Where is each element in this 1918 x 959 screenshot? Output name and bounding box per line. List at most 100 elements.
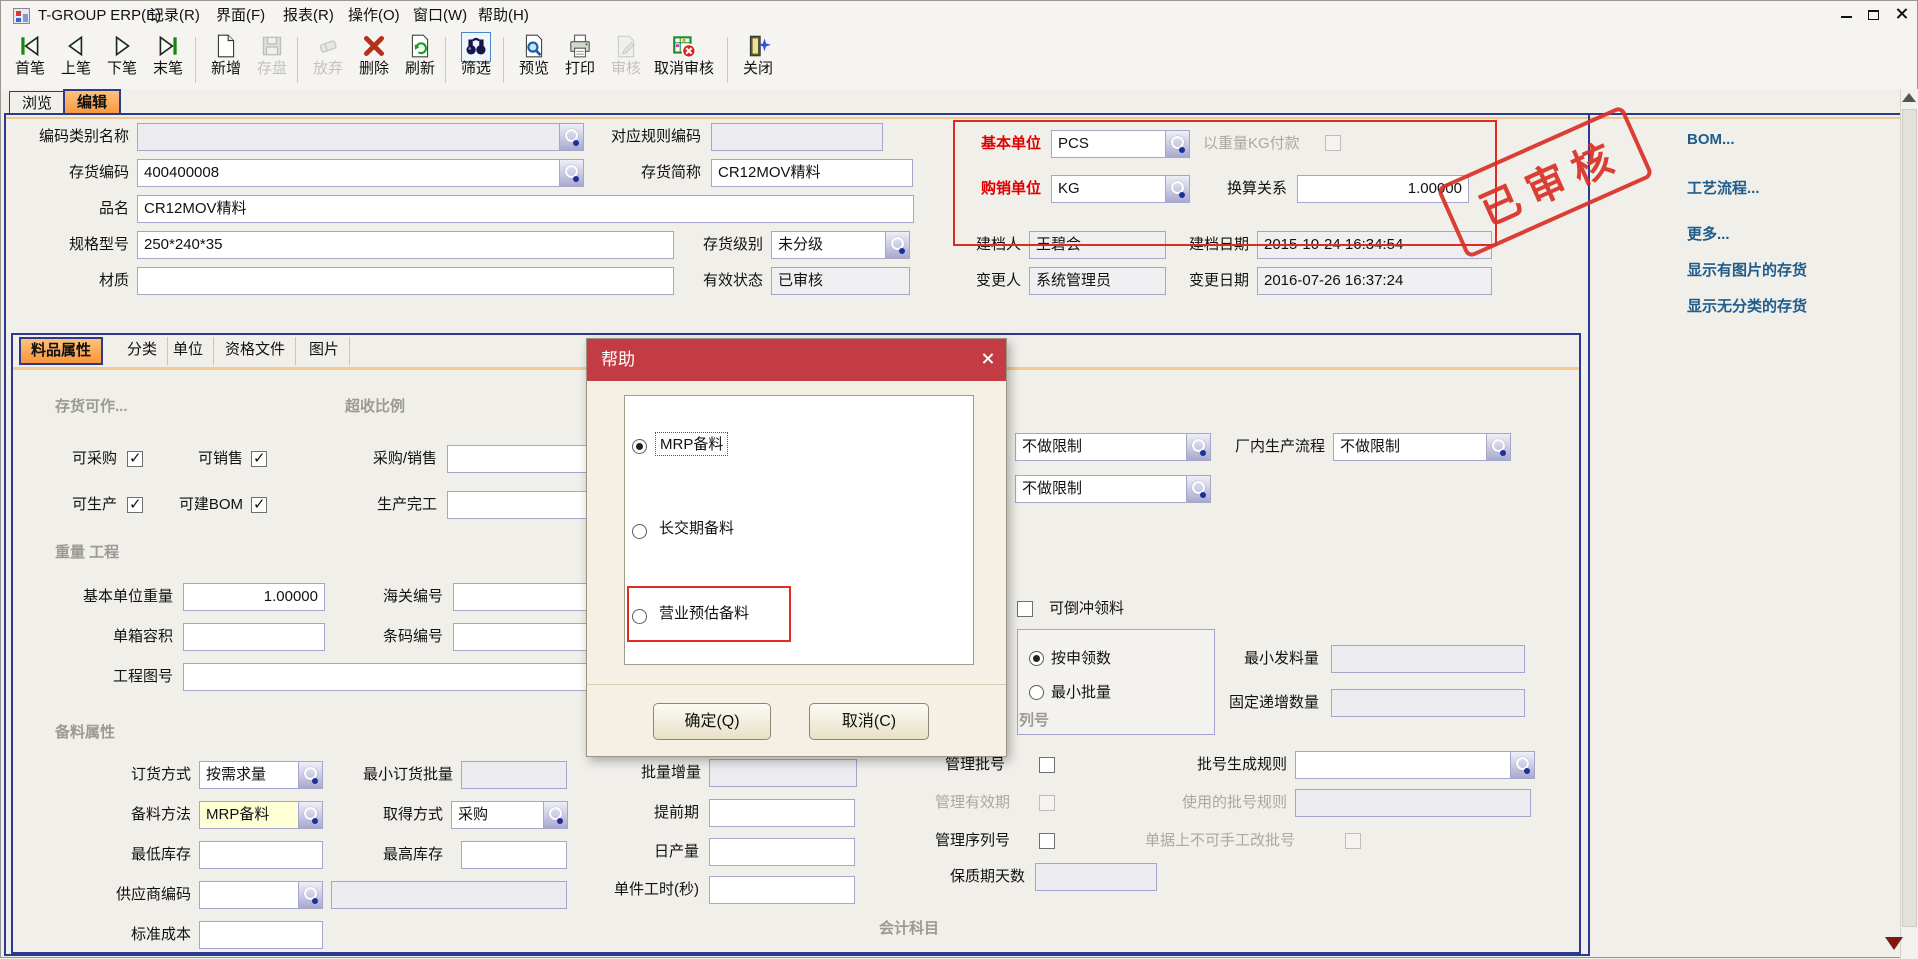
toolbar-cancel-audit-button[interactable]: 取消审核 [649, 33, 719, 87]
lookup-icon[interactable] [298, 882, 322, 908]
material-field[interactable] [137, 267, 674, 295]
lookup-icon[interactable] [1510, 752, 1534, 778]
batch-rule-field[interactable] [1295, 751, 1535, 779]
daily-output-field[interactable] [709, 838, 855, 866]
close-icon[interactable] [1890, 7, 1912, 25]
base-weight-field[interactable]: 1.00000 [183, 583, 325, 611]
menu-item-report[interactable]: 报表(R) [283, 6, 334, 26]
menu-item-help[interactable]: 帮助(H) [478, 6, 529, 26]
trade-unit-field[interactable]: KG [1051, 175, 1190, 203]
toolbar-next-button[interactable]: 下笔 [99, 33, 145, 87]
issue-by-min-batch-radio[interactable] [1029, 685, 1044, 700]
option-sales-forecast-label[interactable]: 营业预估备料 [655, 602, 753, 626]
toolbar-new-button[interactable]: 新增 [203, 33, 249, 87]
link-bom[interactable]: BOM... [1687, 131, 1735, 148]
dialog-cancel-button[interactable]: 取消(C) [809, 703, 929, 740]
lookup-icon[interactable] [1165, 131, 1189, 157]
lookup-icon[interactable] [1186, 476, 1210, 502]
tab-edit[interactable]: 编辑 [63, 89, 121, 115]
lead-time-field[interactable] [709, 799, 855, 827]
link-show-unclassified[interactable]: 显示无分类的存货 [1687, 295, 1807, 316]
box-volume-field[interactable] [183, 623, 325, 651]
scrollbar-thumb[interactable] [1902, 109, 1917, 927]
restore-icon[interactable] [1862, 7, 1884, 25]
status-label: 有效状态 [681, 267, 763, 295]
menu-item-ui[interactable]: 界面(F) [216, 6, 265, 26]
manage-batch-checkbox[interactable] [1039, 757, 1055, 773]
lookup-icon[interactable] [885, 232, 909, 258]
unit-work-field[interactable] [709, 876, 855, 904]
item-level-field[interactable]: 未分级 [771, 231, 910, 259]
item-name-field[interactable]: CR12MOV精料 [137, 195, 914, 223]
scroll-down-icon[interactable] [1885, 937, 1903, 950]
order-mode-field[interactable]: 按需求量 [199, 761, 323, 789]
lookup-icon[interactable] [559, 124, 583, 150]
lookup-icon[interactable] [543, 802, 567, 828]
create-date-label: 建档日期 [1167, 231, 1249, 259]
option-long-lead-radio[interactable] [632, 524, 647, 539]
toolbar-separator [445, 37, 446, 83]
factory-flow-field[interactable]: 不做限制 [1333, 433, 1511, 461]
process-restrict-2-field[interactable]: 不做限制 [1015, 475, 1211, 503]
backflush-checkbox[interactable] [1017, 601, 1033, 617]
subtab-qualification[interactable]: 资格文件 [215, 337, 296, 365]
manage-serial-checkbox[interactable] [1039, 833, 1055, 849]
link-process-flow[interactable]: 工艺流程... [1687, 177, 1760, 198]
can-purchase-checkbox[interactable] [127, 451, 143, 467]
menu-item-action[interactable]: 操作(O) [348, 6, 400, 26]
lookup-icon[interactable] [559, 160, 583, 186]
can-purchase-label: 可采购 [51, 445, 117, 473]
toolbar-print-button[interactable]: 打印 [557, 33, 603, 87]
subtab-unit[interactable]: 单位 [163, 337, 214, 365]
base-unit-label: 基本单位 [967, 130, 1041, 158]
subtab-item-props[interactable]: 料品属性 [19, 337, 103, 365]
lookup-icon[interactable] [298, 762, 322, 788]
toolbar-first-button[interactable]: 首笔 [7, 33, 53, 87]
item-short-name-field[interactable]: CR12MOV精料 [711, 159, 913, 187]
lookup-icon[interactable] [298, 802, 322, 828]
can-bom-checkbox[interactable] [251, 497, 267, 513]
can-sell-checkbox[interactable] [251, 451, 267, 467]
option-mrp-radio[interactable] [632, 439, 647, 454]
link-show-with-image[interactable]: 显示有图片的存货 [1687, 259, 1807, 280]
dialog-close-icon[interactable] [981, 352, 994, 369]
link-more[interactable]: 更多... [1687, 223, 1730, 244]
std-cost-field[interactable] [199, 921, 323, 949]
menu-item-app[interactable]: T-GROUP ERP(E) [38, 6, 161, 26]
look up-icon[interactable] [1165, 176, 1189, 202]
tab-browse[interactable]: 浏览 [9, 91, 65, 115]
toolbar-prev-button[interactable]: 上笔 [53, 33, 99, 87]
menu-item-window[interactable]: 窗口(W) [413, 6, 467, 26]
dialog-title-bar[interactable]: 帮助 [587, 339, 1006, 381]
toolbar-preview-button[interactable]: 预览 [511, 33, 557, 87]
prep-method-field[interactable]: MRP备料 [199, 801, 323, 829]
menu-item-record[interactable]: 记录(R) [149, 6, 200, 26]
option-long-lead-label[interactable]: 长交期备料 [655, 517, 738, 541]
toolbar-close-button[interactable]: 关闭 [735, 33, 781, 87]
option-mrp-label[interactable]: MRP备料 [655, 432, 728, 456]
min-stock-field[interactable] [199, 841, 323, 869]
base-unit-field[interactable]: PCS [1051, 130, 1190, 158]
item-code-field[interactable]: 400400008 [137, 159, 584, 187]
toolbar-delete-button[interactable]: 删除 [351, 33, 397, 87]
lookup-icon[interactable] [1186, 434, 1210, 460]
acquire-mode-field[interactable]: 采购 [451, 801, 568, 829]
subtab-image[interactable]: 图片 [299, 337, 350, 365]
supplier-code-field[interactable] [199, 881, 323, 909]
creator-label: 建档人 [947, 231, 1021, 259]
minimize-icon[interactable] [1835, 7, 1857, 25]
max-stock-field[interactable] [461, 841, 567, 869]
can-produce-checkbox[interactable] [127, 497, 143, 513]
option-sales-forecast-radio[interactable] [632, 609, 647, 624]
dialog-ok-button[interactable]: 确定(Q) [653, 703, 771, 740]
subtab-category[interactable]: 分类 [117, 337, 168, 365]
spec-field[interactable]: 250*240*35 [137, 231, 674, 259]
toolbar-last-button[interactable]: 末笔 [145, 33, 191, 87]
issue-by-request-radio[interactable] [1029, 651, 1044, 666]
lookup-icon[interactable] [1486, 434, 1510, 460]
scroll-up-icon[interactable] [1902, 93, 1916, 102]
toolbar-refresh-button[interactable]: 刷新 [397, 33, 443, 87]
toolbar-filter-button[interactable]: 筛选 [453, 33, 499, 87]
no-manual-batch-label: 单据上不可手工改批号 [1145, 827, 1295, 855]
process-restrict-1-field[interactable]: 不做限制 [1015, 433, 1211, 461]
